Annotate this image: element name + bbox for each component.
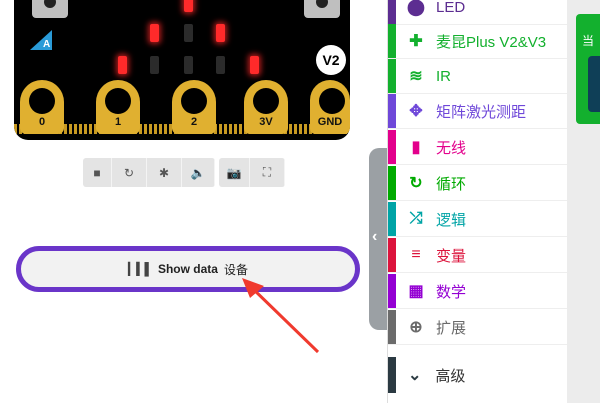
logo-a-icon: A bbox=[30, 30, 52, 50]
led-pixel bbox=[184, 56, 193, 74]
category-label: 变量 bbox=[436, 247, 467, 265]
debug-icon[interactable]: ✱ bbox=[147, 158, 182, 187]
microbit-board: A V2 0 1 2 3V GND bbox=[14, 0, 350, 140]
block-label: 当 bbox=[582, 34, 595, 48]
pin-1[interactable]: 1 bbox=[96, 80, 140, 134]
category-label: 矩阵激光测距 bbox=[436, 103, 527, 121]
bar-chart-icon: ▎▍▌ bbox=[128, 262, 153, 276]
on-start-block[interactable]: 当 bbox=[576, 14, 600, 124]
toolbox-category-ir[interactable]: ≋ IR bbox=[388, 59, 568, 94]
fullscreen-icon[interactable]: ⛶ bbox=[250, 158, 285, 187]
edge-connector: 0 1 2 3V GND bbox=[14, 78, 350, 140]
version-badge: V2 bbox=[316, 45, 346, 75]
led-pixel bbox=[184, 24, 193, 42]
pin-0[interactable]: 0 bbox=[20, 80, 64, 134]
ir-icon: ≋ bbox=[409, 68, 423, 85]
radio-icon: ▮ bbox=[411, 139, 421, 156]
led-icon: ⬤ bbox=[407, 0, 425, 16]
pin-2[interactable]: 2 bbox=[172, 80, 216, 134]
button-a[interactable] bbox=[32, 0, 68, 18]
simulator-panel: A V2 0 1 2 3V GND ■ ↻ ✱ 🔈 📷 ⛶ ▎▍▌ Show d… bbox=[0, 0, 370, 403]
led-pixel bbox=[216, 24, 225, 42]
toolbox-category-maqueen[interactable]: ✚ 麦昆Plus V2&V3 bbox=[388, 24, 568, 59]
button-b[interactable] bbox=[304, 0, 340, 18]
toolbox: ⬤ LED ✚ 麦昆Plus V2&V3 ≋ IR ✥ 矩阵激光测距 ▮ 无线 ↻ 循环 ⤮ 逻辑 ≡ 变量 ▦… bbox=[387, 0, 568, 403]
category-label: 麦昆Plus V2&V3 bbox=[436, 33, 547, 51]
svg-text:A: A bbox=[43, 39, 50, 50]
advanced-label: 高级 bbox=[435, 367, 466, 385]
led-pixel bbox=[150, 24, 159, 42]
red-arrow-annotation bbox=[242, 278, 320, 354]
category-label: 无线 bbox=[436, 139, 467, 157]
loops-icon: ↻ bbox=[409, 175, 423, 192]
toolbox-category-extensions[interactable]: ⊕ 扩展 bbox=[388, 310, 568, 345]
stop-icon[interactable]: ■ bbox=[83, 158, 112, 187]
category-label: IR bbox=[436, 67, 451, 85]
led-pixel bbox=[118, 56, 127, 74]
led-pixel bbox=[150, 56, 159, 74]
category-label: 扩展 bbox=[436, 319, 467, 337]
toolbox-advanced[interactable]: ⌄ 高级 bbox=[388, 357, 568, 393]
show-data-label: Show data bbox=[157, 262, 218, 276]
toolbox-category-variables[interactable]: ≡ 变量 bbox=[388, 238, 568, 273]
chevron-left-icon: ‹ bbox=[372, 228, 378, 245]
toolbox-category-loops[interactable]: ↻ 循环 bbox=[388, 166, 568, 201]
variables-icon: ≡ bbox=[411, 246, 421, 263]
category-label: 循环 bbox=[436, 175, 467, 193]
maqueen-icon: ✚ bbox=[409, 33, 423, 50]
extensions-icon: ⊕ bbox=[409, 319, 423, 336]
collapse-simulator-button[interactable]: ‹ bbox=[369, 148, 387, 330]
toolbox-category-radio[interactable]: ▮ 无线 bbox=[388, 130, 568, 165]
pin-gnd[interactable]: GND bbox=[310, 80, 350, 134]
led-pixel bbox=[250, 56, 259, 74]
chevron-down-icon: ⌄ bbox=[408, 367, 422, 384]
toolbox-category-logic[interactable]: ⤮ 逻辑 bbox=[388, 202, 568, 237]
restart-icon[interactable]: ↻ bbox=[112, 158, 147, 187]
pin-3v[interactable]: 3V bbox=[244, 80, 288, 134]
math-icon: ▦ bbox=[408, 283, 424, 300]
toolbox-category-math[interactable]: ▦ 数学 bbox=[388, 274, 568, 309]
category-label: 逻辑 bbox=[436, 211, 467, 229]
mute-icon[interactable]: 🔈 bbox=[182, 158, 215, 187]
logic-icon: ⤮ bbox=[409, 210, 423, 227]
toolbox-category-led[interactable]: ⬤ LED bbox=[388, 0, 568, 25]
category-label: LED bbox=[436, 0, 466, 16]
led-pixel bbox=[184, 0, 193, 12]
led-pixel bbox=[216, 56, 225, 74]
device-label: 设备 bbox=[223, 262, 248, 277]
simulator-controls: ■ ↻ ✱ 🔈 📷 ⛶ bbox=[83, 158, 319, 187]
toolbox-category-laser[interactable]: ✥ 矩阵激光测距 bbox=[388, 94, 568, 129]
category-label: 数学 bbox=[436, 283, 467, 301]
screenshot-icon[interactable]: 📷 bbox=[219, 158, 250, 187]
laser-icon: ✥ bbox=[409, 103, 423, 120]
